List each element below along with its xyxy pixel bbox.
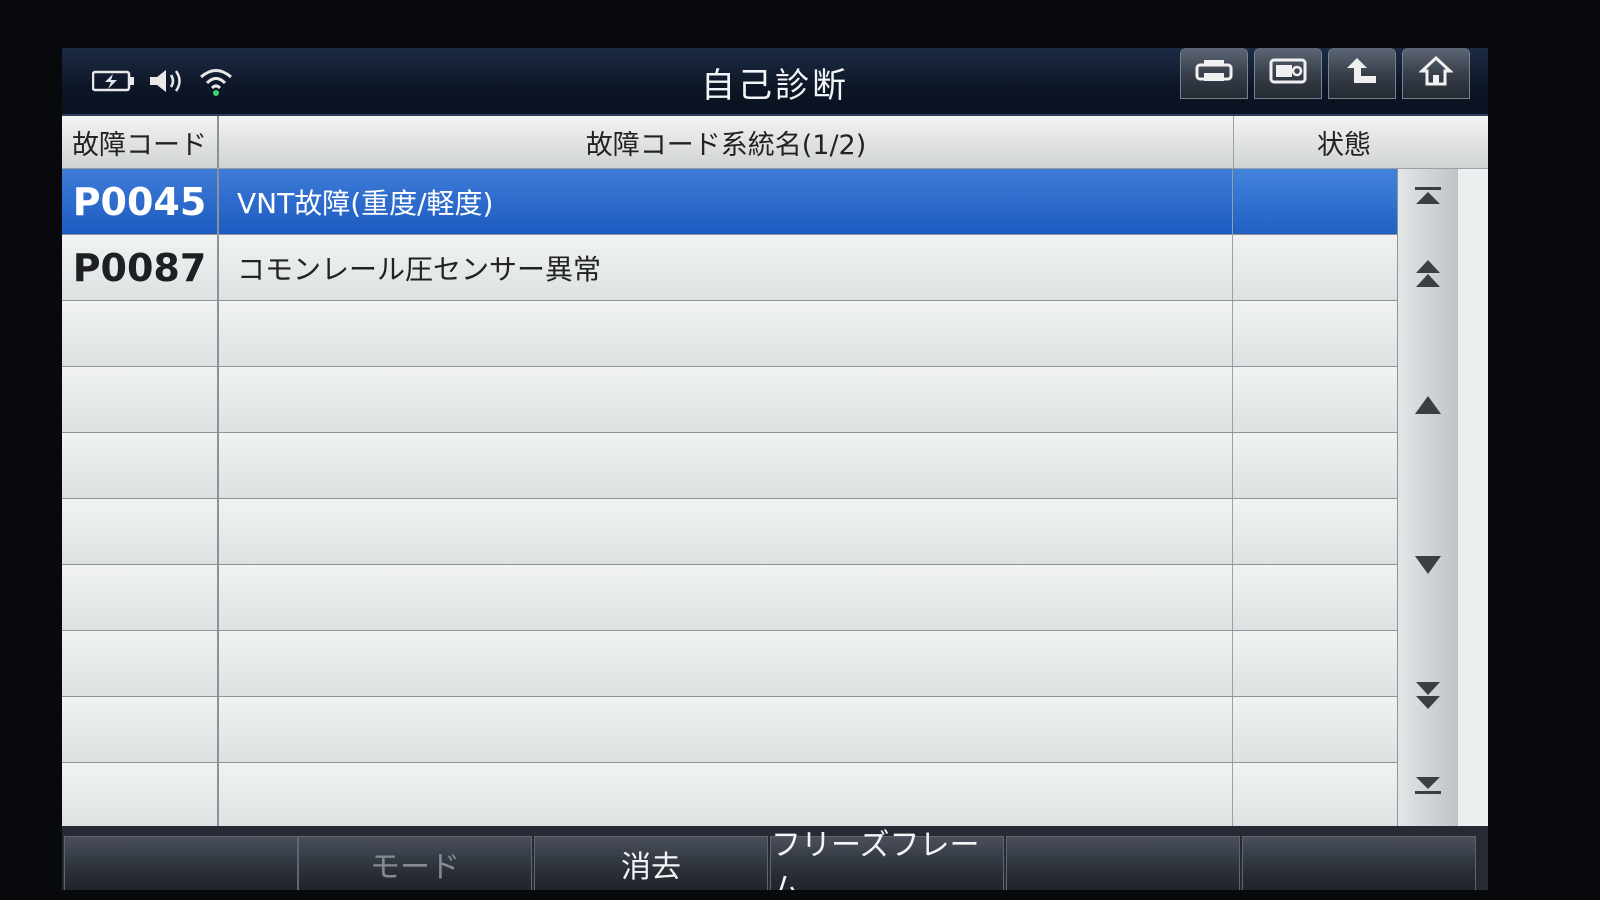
scroll-top-button[interactable]: [1398, 169, 1458, 228]
page-up-button[interactable]: [1398, 227, 1458, 328]
fault-code-cell: [62, 763, 219, 828]
scrollbar[interactable]: [1397, 169, 1458, 826]
fault-name-cell: コモンレール圧センサー異常: [219, 235, 1233, 300]
header-state: 状態: [1317, 129, 1371, 161]
fault-code-cell: [62, 697, 219, 762]
state-cell: [1234, 697, 1397, 762]
print-button[interactable]: [1180, 48, 1248, 99]
header-fault-name: 故障コード系統名(1/2): [219, 116, 1234, 168]
state-cell: [1234, 367, 1397, 432]
toolbar: [1180, 48, 1470, 99]
mode-button[interactable]: モード: [298, 836, 532, 890]
state-cell: [1234, 301, 1397, 366]
function-button-6[interactable]: [1242, 836, 1476, 890]
table-row[interactable]: [62, 367, 1397, 433]
fault-name-cell: [219, 763, 1233, 828]
page-down-icon: [1413, 678, 1443, 716]
state-cell: [1234, 763, 1397, 828]
back-icon: [1344, 55, 1380, 91]
fault-name-cell: [219, 697, 1233, 762]
table-row[interactable]: P0045 VNT故障(重度/軽度): [62, 169, 1397, 235]
table-row[interactable]: P0087 コモンレール圧センサー異常: [62, 235, 1397, 301]
scroll-down-icon: [1413, 554, 1443, 580]
function-button-1[interactable]: [64, 836, 298, 890]
fault-code-cell: [62, 433, 219, 498]
state-cell: [1234, 169, 1397, 234]
state-cell: [1234, 631, 1397, 696]
title-bar: 自己診断: [62, 48, 1488, 116]
fault-code-cell: P0087: [62, 235, 219, 300]
state-cell: [1234, 433, 1397, 498]
scroll-bottom-button[interactable]: [1398, 747, 1458, 826]
scroll-up-icon: [1413, 394, 1443, 420]
state-cell: [1234, 235, 1397, 300]
page-up-icon: [1413, 258, 1443, 296]
table-body: P0045 VNT故障(重度/軽度) P0087 コモンレール圧センサー異常: [62, 169, 1397, 829]
table-row[interactable]: [62, 301, 1397, 367]
state-cell: [1234, 499, 1397, 564]
home-button[interactable]: [1402, 48, 1470, 99]
fault-code-cell: P0045: [62, 169, 219, 234]
fault-code-cell: [62, 367, 219, 432]
fault-name-cell: [219, 433, 1233, 498]
table-row[interactable]: [62, 763, 1397, 829]
scroll-bottom-icon: [1412, 773, 1444, 801]
back-button[interactable]: [1328, 48, 1396, 99]
fault-code-cell: [62, 631, 219, 696]
scroll-up-button[interactable]: [1398, 327, 1458, 488]
state-cell: [1234, 565, 1397, 630]
table-row[interactable]: [62, 433, 1397, 499]
fault-name-cell: VNT故障(重度/軽度): [219, 169, 1233, 234]
screenshot-button[interactable]: [1254, 48, 1322, 99]
fault-name-cell: [219, 301, 1233, 366]
page-down-button[interactable]: [1398, 647, 1458, 748]
fault-code-table: 故障コード 故障コード系統名(1/2) 状態 P0045 VNT故障(重度/軽度…: [62, 116, 1488, 829]
diagnostic-screen: 自己診断 故障コード 故障コード系統名(1/2) 状態 P0045 VNT故障(…: [62, 48, 1488, 890]
fault-name-cell: [219, 499, 1233, 564]
freeze-frame-button[interactable]: フリーズフレーム: [770, 828, 1004, 890]
table-header: 故障コード 故障コード系統名(1/2) 状態: [62, 116, 1488, 169]
fault-code-cell: [62, 301, 219, 366]
home-icon: [1418, 55, 1454, 91]
fault-name-cell: [219, 367, 1233, 432]
header-fault-code: 故障コード: [62, 116, 219, 168]
scroll-top-icon: [1412, 184, 1444, 212]
function-bar: モード 消去 フリーズフレーム: [62, 826, 1488, 890]
fault-code-cell: [62, 499, 219, 564]
scroll-down-button[interactable]: [1398, 487, 1458, 648]
clear-button[interactable]: 消去: [534, 836, 768, 890]
fault-name-cell: [219, 565, 1233, 630]
table-row[interactable]: [62, 697, 1397, 763]
table-row[interactable]: [62, 631, 1397, 697]
table-row[interactable]: [62, 499, 1397, 565]
fault-code-cell: [62, 565, 219, 630]
function-button-5[interactable]: [1006, 836, 1240, 890]
screenshot-icon: [1268, 56, 1308, 90]
table-row[interactable]: [62, 565, 1397, 631]
print-icon: [1194, 57, 1234, 89]
fault-name-cell: [219, 631, 1233, 696]
